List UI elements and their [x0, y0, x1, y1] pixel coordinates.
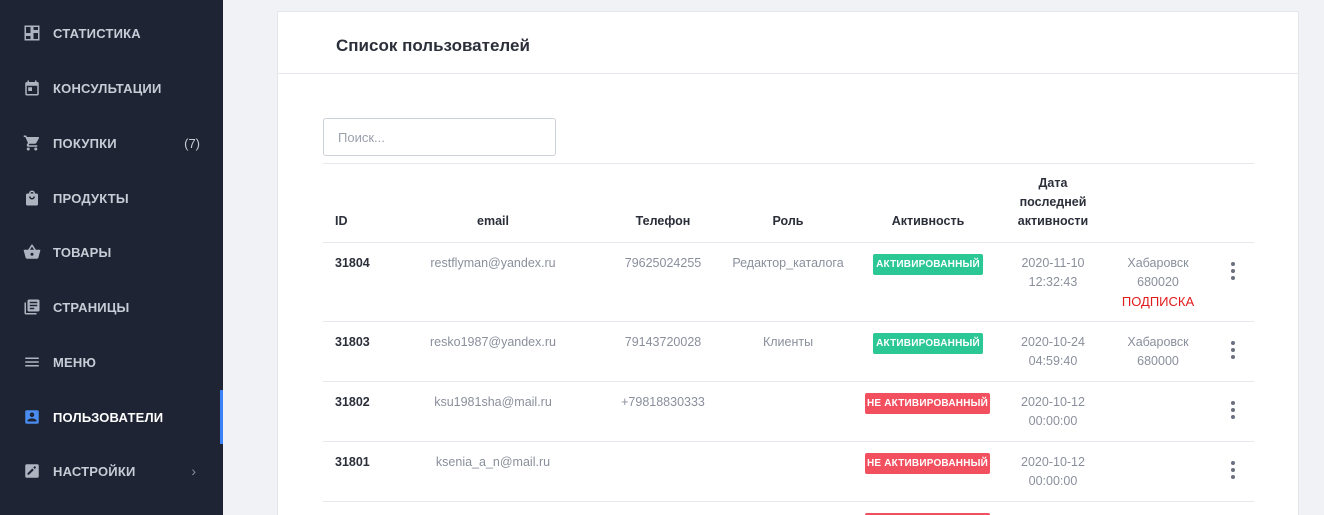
divider — [323, 163, 1254, 164]
search-input[interactable] — [323, 118, 556, 156]
user-id: 31803 — [335, 335, 370, 349]
page-title: Список пользователей — [336, 36, 530, 55]
last-activity: 2020-10-12 00:00:00 — [1003, 393, 1103, 431]
last-activity-date: 2020-11-10 — [1021, 256, 1085, 270]
user-icon — [23, 408, 41, 426]
column-header-phone[interactable]: Телефон — [603, 212, 723, 231]
sidebar-item-label: ТОВАРЫ — [53, 244, 112, 260]
sidebar-item-purchases[interactable]: ПОКУПКИ (7) — [0, 116, 223, 170]
column-header-activity[interactable]: Активность — [863, 212, 993, 231]
sidebar-item-menu[interactable]: МЕНЮ — [0, 335, 223, 389]
sidebar-item-pages[interactable]: СТРАНИЦЫ — [0, 280, 223, 334]
divider — [323, 321, 1254, 322]
header-line: последней — [1019, 195, 1087, 209]
sidebar-item-settings[interactable]: НАСТРОЙКИ › — [0, 444, 223, 498]
user-id: 31802 — [335, 395, 370, 409]
user-city: Хабаровск — [1127, 256, 1189, 270]
user-city: Хабаровск — [1127, 335, 1189, 349]
pages-icon — [23, 298, 41, 316]
user-location: Хабаровск 680000 — [1113, 333, 1203, 371]
user-id: 31801 — [335, 455, 370, 469]
user-zip: 680020 — [1137, 275, 1179, 289]
sidebar-item-label: СТРАНИЦЫ — [53, 299, 130, 315]
sidebar-item-label: СТАТИСТИКА — [53, 25, 141, 41]
user-location: Хабаровск 680020 ПОДПИСКА — [1113, 254, 1203, 311]
last-activity-time: 12:32:43 — [1028, 275, 1078, 289]
users-card: Список пользователей ID email Телефон Ро… — [277, 11, 1299, 515]
card-header: Список пользователей — [278, 12, 1298, 74]
last-activity-date: 2020-10-24 — [1021, 335, 1085, 349]
edit-icon — [23, 462, 41, 480]
last-activity-time: 00:00:00 — [1028, 474, 1078, 488]
last-activity: 2020-11-10 12:32:43 — [1003, 254, 1103, 292]
user-phone: 79143720028 — [624, 335, 702, 349]
column-header-last-activity[interactable]: Дата последней активности — [1003, 174, 1103, 231]
divider — [323, 501, 1254, 502]
last-activity-date: 2020-10-12 — [1021, 455, 1085, 469]
divider — [323, 242, 1254, 243]
purchases-count-badge: (7) — [184, 135, 200, 151]
user-role: Редактор_каталога — [732, 256, 844, 270]
column-header-id[interactable]: ID — [335, 212, 365, 231]
sidebar-item-users[interactable]: ПОЛЬЗОВАТЕЛИ — [0, 390, 223, 444]
column-header-role[interactable]: Роль — [728, 212, 848, 231]
divider — [323, 441, 1254, 442]
cart-icon — [23, 134, 41, 152]
dashboard-icon — [23, 24, 41, 42]
status-badge: НЕ АКТИВИРОВАННЫЙ — [865, 393, 990, 414]
chevron-right-icon: › — [191, 463, 196, 479]
user-email: ksu1981sha@mail.ru — [434, 395, 552, 409]
subscription-label[interactable]: ПОДПИСКА — [1113, 292, 1203, 311]
user-role: Клиенты — [762, 335, 814, 349]
user-email: resko1987@yandex.ru — [430, 335, 556, 349]
last-activity-time: 00:00:00 — [1028, 414, 1078, 428]
calendar-icon — [23, 79, 41, 97]
more-actions-icon[interactable] — [1227, 341, 1239, 359]
header-line: активности — [1017, 214, 1089, 228]
status-badge: АКТИВИРОВАННЫЙ — [873, 254, 983, 275]
user-id: 31804 — [335, 256, 370, 270]
sidebar-item-label: ПОЛЬЗОВАТЕЛИ — [53, 409, 164, 425]
last-activity-date: 2020-10-12 — [1021, 395, 1085, 409]
sidebar-item-label: ПОКУПКИ — [53, 135, 117, 151]
user-phone: +79818830333 — [621, 395, 705, 409]
column-header-email[interactable]: email — [423, 212, 563, 231]
sidebar-item-label: МЕНЮ — [53, 354, 97, 370]
sidebar: СТАТИСТИКА КОНСУЛЬТАЦИИ ПОКУПКИ (7) ПРОД… — [0, 0, 223, 515]
last-activity-time: 04:59:40 — [1028, 354, 1078, 368]
status-badge: АКТИВИРОВАННЫЙ — [873, 333, 983, 354]
sidebar-item-goods[interactable]: ТОВАРЫ — [0, 225, 223, 279]
shopping-bag-icon — [23, 189, 41, 207]
status-badge: НЕ АКТИВИРОВАННЫЙ — [865, 453, 990, 474]
more-actions-icon[interactable] — [1227, 461, 1239, 479]
last-activity: 2020-10-24 04:59:40 — [1003, 333, 1103, 371]
divider — [323, 381, 1254, 382]
sidebar-item-consultations[interactable]: КОНСУЛЬТАЦИИ — [0, 61, 223, 115]
basket-icon — [23, 243, 41, 261]
more-actions-icon[interactable] — [1227, 262, 1239, 280]
user-email: restflyman@yandex.ru — [430, 256, 556, 270]
sidebar-item-products[interactable]: ПРОДУКТЫ — [0, 171, 223, 225]
header-line: Дата — [1038, 176, 1068, 190]
menu-icon — [23, 353, 41, 371]
sidebar-item-statistics[interactable]: СТАТИСТИКА — [0, 6, 223, 60]
user-phone: 79625024255 — [624, 256, 702, 270]
sidebar-item-label: НАСТРОЙКИ — [53, 463, 136, 479]
active-indicator — [220, 390, 223, 444]
last-activity: 2020-10-12 00:00:00 — [1003, 453, 1103, 491]
user-email: ksenia_a_n@mail.ru — [435, 455, 551, 469]
sidebar-item-label: КОНСУЛЬТАЦИИ — [53, 80, 162, 96]
sidebar-item-label: ПРОДУКТЫ — [53, 190, 129, 206]
more-actions-icon[interactable] — [1227, 401, 1239, 419]
user-zip: 680000 — [1137, 354, 1179, 368]
